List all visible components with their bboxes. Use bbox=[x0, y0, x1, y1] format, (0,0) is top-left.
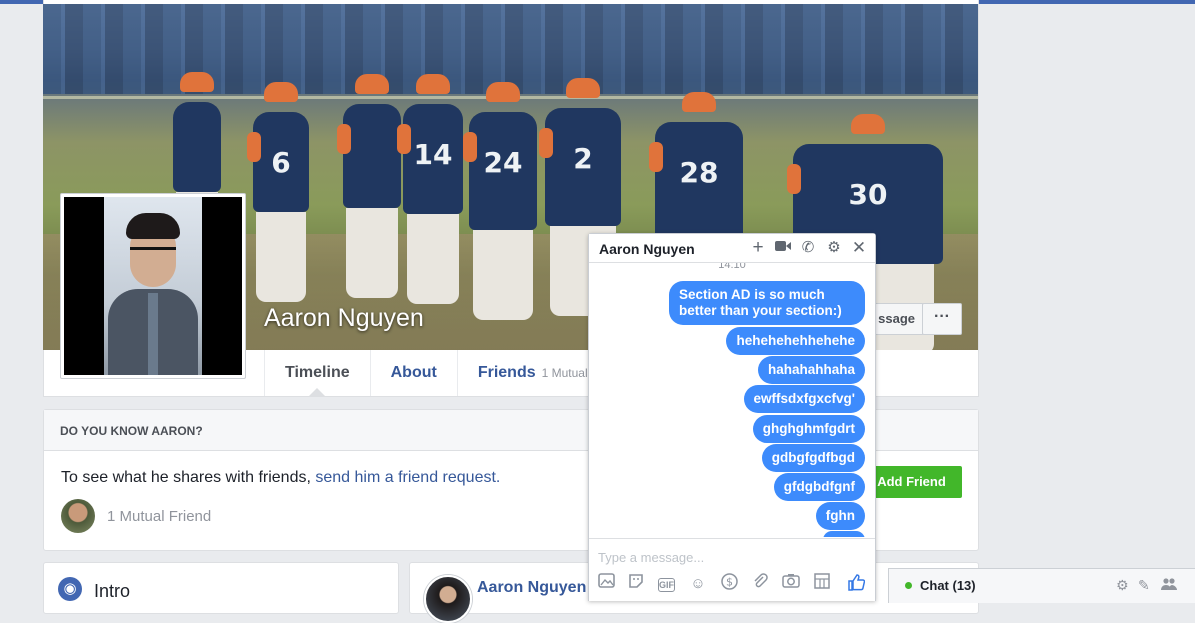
attach-icon[interactable] bbox=[749, 573, 771, 595]
svg-text:$: $ bbox=[726, 576, 733, 589]
profile-name[interactable]: Aaron Nguyen bbox=[264, 304, 424, 333]
close-icon[interactable]: ✕ bbox=[849, 238, 869, 258]
cover-player bbox=[337, 74, 401, 298]
message-bubble[interactable]: fghn bbox=[815, 502, 865, 530]
chat-title[interactable]: Aaron Nguyen bbox=[599, 241, 695, 257]
profile-tabs: Timeline About Friends 1 Mutual bbox=[264, 350, 609, 396]
message-bubble[interactable]: ewffsdxfgxcfvg' bbox=[743, 385, 865, 413]
cover-player: 24 bbox=[463, 82, 537, 320]
phone-icon[interactable]: ✆ bbox=[798, 238, 818, 258]
gear-icon[interactable]: ⚙ bbox=[824, 238, 844, 258]
chat-messages[interactable]: 14:10 Section AD is so much better than … bbox=[589, 263, 875, 537]
tab-label: About bbox=[390, 364, 437, 381]
mutual-friend-avatar[interactable] bbox=[61, 499, 95, 533]
mutual-friend-text[interactable]: 1 Mutual Friend bbox=[107, 508, 211, 525]
camera-icon[interactable] bbox=[780, 573, 802, 595]
active-tab-caret bbox=[309, 388, 326, 396]
cover-player: 28 bbox=[649, 92, 743, 332]
chat-toolbar: GIF ☺ $ bbox=[589, 570, 875, 600]
message-bubble[interactable]: hahahahhaha bbox=[757, 356, 865, 384]
online-dot-icon bbox=[905, 582, 912, 589]
group-icon[interactable] bbox=[1161, 577, 1177, 594]
post-author-name[interactable]: Aaron Nguyen bbox=[477, 579, 586, 597]
emoji-icon[interactable]: ☺ bbox=[687, 573, 709, 595]
message-bubble-partial[interactable] bbox=[823, 531, 865, 537]
add-icon[interactable]: + bbox=[748, 238, 768, 258]
cover-player: 6 bbox=[247, 82, 309, 302]
message-bubble[interactable]: Section AD is so much better than your s… bbox=[669, 281, 865, 325]
message-timestamp: 14:10 bbox=[718, 263, 746, 271]
chat-bar-label[interactable]: Chat (13) bbox=[920, 578, 976, 593]
add-friend-button[interactable]: Add Friend bbox=[861, 466, 962, 498]
video-icon[interactable] bbox=[773, 238, 793, 258]
mutual-count: 1 Mutual bbox=[541, 366, 588, 380]
gif-icon[interactable]: GIF bbox=[658, 578, 675, 592]
like-icon[interactable] bbox=[845, 573, 867, 595]
message-bubble[interactable]: gfdgbdfgnf bbox=[773, 473, 865, 501]
avatar[interactable] bbox=[424, 575, 472, 623]
globe-icon: ◉ bbox=[58, 577, 82, 601]
chat-header[interactable]: Aaron Nguyen + ✆ ⚙ ✕ bbox=[589, 234, 875, 263]
games-icon[interactable] bbox=[811, 573, 833, 595]
chat-sidebar-bar[interactable]: Chat (13) ⚙ ✎ bbox=[888, 568, 1195, 603]
cover-player bbox=[173, 72, 221, 282]
message-bubble[interactable]: hehehehehhehehe bbox=[726, 327, 865, 355]
tab-timeline[interactable]: Timeline bbox=[265, 350, 371, 396]
profile-picture[interactable] bbox=[60, 193, 246, 379]
sticker-icon[interactable] bbox=[625, 573, 647, 595]
friend-request-prompt: To see what he shares with friends, send… bbox=[61, 469, 501, 486]
avatar bbox=[64, 197, 242, 375]
cover-player: 2 bbox=[539, 78, 621, 316]
cover-player: 14 bbox=[397, 74, 463, 304]
message-input-placeholder: Type a message... bbox=[598, 550, 705, 565]
message-bubble[interactable]: ghghghmfgdrt bbox=[752, 415, 865, 443]
photo-icon[interactable] bbox=[595, 573, 617, 595]
send-friend-request-link[interactable]: send him a friend request. bbox=[315, 469, 500, 486]
tab-label: Timeline bbox=[285, 364, 350, 381]
message-bubble[interactable]: gdbgfgdfbgd bbox=[761, 444, 865, 472]
intro-card: ◉ Intro bbox=[43, 562, 399, 614]
tab-friends[interactable]: Friends 1 Mutual bbox=[458, 350, 609, 396]
message-input[interactable]: Type a message... bbox=[589, 538, 875, 571]
gear-icon[interactable]: ⚙ bbox=[1116, 577, 1129, 594]
tab-label: Friends bbox=[477, 364, 536, 381]
chat-window: Aaron Nguyen + ✆ ⚙ ✕ 14:10 Section AD is… bbox=[588, 233, 876, 601]
tab-about[interactable]: About bbox=[371, 350, 458, 396]
compose-icon[interactable]: ✎ bbox=[1138, 577, 1150, 594]
intro-title: Intro bbox=[94, 581, 131, 601]
payment-icon[interactable]: $ bbox=[718, 573, 740, 595]
more-options-button[interactable]: ··· bbox=[922, 303, 962, 335]
